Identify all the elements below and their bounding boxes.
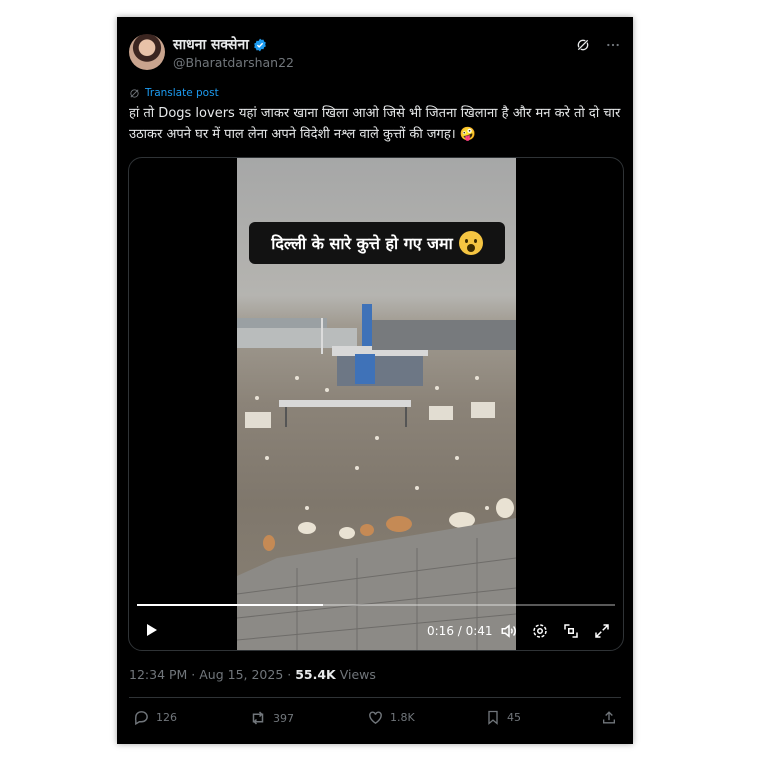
views-label: Views bbox=[335, 667, 376, 682]
share-icon bbox=[601, 709, 617, 726]
reply-count: 126 bbox=[156, 711, 177, 724]
video-controls: 0:16 / 0:41 bbox=[129, 618, 623, 644]
share-button[interactable] bbox=[601, 709, 617, 726]
play-icon[interactable] bbox=[143, 622, 159, 638]
reply-icon bbox=[133, 709, 150, 726]
tweet-text: हां तो Dogs lovers यहां जाकर खाना खिला आ… bbox=[129, 106, 621, 142]
video-player[interactable]: दिल्ली के सारे कुत्ते हो गए जमा 0:16 / 0… bbox=[128, 157, 624, 651]
video-caption-text: दिल्ली के सारे कुत्ते हो गए जमा bbox=[271, 234, 453, 253]
bookmark-button[interactable]: 45 bbox=[485, 709, 521, 726]
like-icon bbox=[367, 709, 384, 726]
avatar[interactable] bbox=[129, 34, 165, 70]
video-progress-fill bbox=[137, 604, 324, 606]
grok-icon[interactable] bbox=[575, 37, 591, 53]
bookmark-count: 45 bbox=[507, 711, 521, 724]
views-count: 55.4K bbox=[295, 667, 336, 682]
tweet-meta: 12:34 PM · Aug 15, 2025 · 55.4K Views bbox=[129, 667, 376, 682]
timestamp[interactable]: 12:34 PM · Aug 15, 2025 · bbox=[129, 667, 295, 682]
repost-count: 397 bbox=[273, 711, 294, 725]
volume-icon[interactable] bbox=[500, 622, 518, 640]
header-actions bbox=[575, 37, 621, 53]
settings-icon[interactable] bbox=[531, 622, 549, 640]
author-name-row: साधना सक्सेना bbox=[173, 35, 267, 54]
video-time: 0:16 / 0:41 bbox=[427, 624, 493, 638]
repost-icon bbox=[249, 709, 267, 727]
fullscreen-icon[interactable] bbox=[593, 622, 611, 640]
verified-badge-icon bbox=[253, 38, 267, 52]
translate-label: Translate post bbox=[145, 87, 219, 99]
divider bbox=[129, 697, 621, 698]
author-handle[interactable]: @Bharatdarshan22 bbox=[173, 55, 294, 70]
bookmark-icon bbox=[485, 709, 501, 726]
picture-in-picture-icon[interactable] bbox=[562, 622, 580, 640]
video-frame[interactable]: दिल्ली के सारे कुत्ते हो गए जमा bbox=[237, 158, 516, 650]
video-caption-overlay: दिल्ली के सारे कुत्ते हो गए जमा bbox=[249, 222, 505, 264]
reply-button[interactable]: 126 bbox=[133, 709, 177, 726]
shocked-face-emoji bbox=[458, 231, 483, 255]
author-name[interactable]: साधना सक्सेना bbox=[173, 35, 249, 54]
translate-icon bbox=[129, 88, 140, 99]
repost-button[interactable]: 397 bbox=[249, 709, 294, 727]
more-icon[interactable] bbox=[605, 37, 621, 53]
like-button[interactable]: 1.8K bbox=[367, 709, 415, 726]
tweet-actions: 126 397 1.8K 45 bbox=[117, 709, 633, 731]
like-count: 1.8K bbox=[390, 711, 415, 724]
video-progress-bar[interactable] bbox=[137, 604, 615, 606]
tweet-card: साधना सक्सेना @Bharatdarshan22 Translate… bbox=[117, 17, 633, 744]
translate-post-link[interactable]: Translate post bbox=[129, 87, 219, 99]
